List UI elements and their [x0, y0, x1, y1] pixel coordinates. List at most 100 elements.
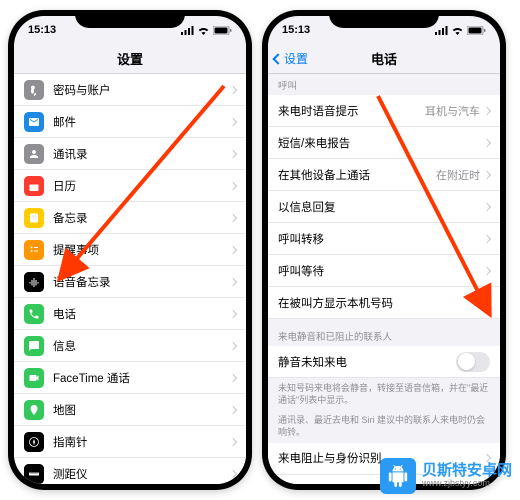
settings-row-measure[interactable]: 测距仪: [14, 458, 246, 484]
phone-settings-list[interactable]: 呼叫 来电时语音提示 耳机与汽车 短信/来电报告 在其他设备上通话 在附近时 以…: [268, 74, 500, 484]
row-label: FaceTime 通话: [53, 370, 230, 386]
phone-row[interactable]: 来电时语音提示 耳机与汽车: [268, 95, 500, 127]
back-button[interactable]: 设置: [268, 50, 308, 67]
chevron-right-icon: [483, 234, 491, 242]
watermark-url: www.zjbstyy.com: [422, 479, 512, 489]
row-label: 呼叫转移: [278, 231, 484, 247]
settings-list[interactable]: 密码与账户 邮件 通讯录 日历 备忘录 提醒事项 语音备忘录 电话 信息 Fac…: [14, 74, 246, 484]
section-footer: 通讯录、最近去电和 Siri 建议中的联系人来电时仍会响铃。: [268, 410, 500, 442]
settings-row-facetime[interactable]: FaceTime 通话: [14, 362, 246, 394]
settings-row-contacts[interactable]: 通讯录: [14, 138, 246, 170]
settings-row-reminders[interactable]: 提醒事项: [14, 234, 246, 266]
signal-icon: [181, 26, 194, 35]
phone-row[interactable]: 呼叫转移: [268, 223, 500, 255]
row-label: 以信息回复: [278, 199, 484, 215]
watermark-logo-icon: [380, 458, 416, 494]
mail-icon: [24, 112, 44, 132]
settings-row-voice[interactable]: 语音备忘录: [14, 266, 246, 298]
phone-left: 15:13 设置 密码与账户 邮件 通讯录 日历 备忘录: [8, 10, 252, 490]
measure-icon: [24, 464, 44, 484]
silence-toggle[interactable]: [456, 352, 490, 372]
chevron-right-icon: [483, 202, 491, 210]
phone-right: 15:13 设置 电话 呼叫 来电时语音提示 耳机与汽车 短信/来电报告 在: [262, 10, 506, 490]
phone-row[interactable]: 在其他设备上通话 在附近时: [268, 159, 500, 191]
settings-row-maps[interactable]: 地图: [14, 394, 246, 426]
chevron-right-icon: [229, 469, 237, 477]
signal-icon: [435, 26, 448, 35]
wifi-icon: [451, 26, 464, 35]
settings-row-calendar[interactable]: 日历: [14, 170, 246, 202]
key-icon: [24, 80, 44, 100]
chevron-right-icon: [229, 213, 237, 221]
nav-bar: 设置 电话: [268, 44, 500, 74]
row-label: 地图: [53, 402, 230, 418]
row-value: 在附近时: [436, 167, 480, 183]
phone-row[interactable]: 以信息回复: [268, 191, 500, 223]
silence-unknown-row[interactable]: 静音未知来电: [268, 346, 500, 378]
battery-icon: [213, 26, 232, 35]
nav-bar: 设置: [14, 44, 246, 74]
row-label: 静音未知来电: [278, 354, 456, 370]
phone-row[interactable]: 在被叫方显示本机号码: [268, 287, 500, 319]
row-label: 来电时语音提示: [278, 103, 425, 119]
row-label: 密码与账户: [53, 82, 230, 98]
settings-row-notes[interactable]: 备忘录: [14, 202, 246, 234]
section-footer: 未知号码来电将会静音，转接至语音信箱，并在"最近通话"列表中显示。: [268, 378, 500, 410]
back-label: 设置: [284, 50, 308, 67]
notes-icon: [24, 208, 44, 228]
chevron-right-icon: [229, 85, 237, 93]
contacts-icon: [24, 144, 44, 164]
settings-row-key[interactable]: 密码与账户: [14, 74, 246, 106]
phone-icon: [24, 304, 44, 324]
row-label: 提醒事项: [53, 242, 230, 258]
facetime-icon: [24, 368, 44, 388]
notch: [329, 10, 439, 28]
row-label: 指南针: [53, 434, 230, 450]
chevron-right-icon: [229, 309, 237, 317]
chevron-right-icon: [483, 298, 491, 306]
row-label: 呼叫等待: [278, 263, 484, 279]
watermark-text: 贝斯特安卓网 www.zjbstyy.com: [422, 463, 512, 489]
chevron-right-icon: [229, 181, 237, 189]
chevron-right-icon: [229, 341, 237, 349]
status-time: 15:13: [28, 24, 56, 36]
settings-row-phone[interactable]: 电话: [14, 298, 246, 330]
watermark: 贝斯特安卓网 www.zjbstyy.com: [380, 458, 512, 494]
row-label: 测距仪: [53, 466, 230, 482]
row-label: 邮件: [53, 114, 230, 130]
battery-icon: [467, 26, 486, 35]
wifi-icon: [197, 26, 210, 35]
chevron-right-icon: [229, 117, 237, 125]
status-time: 15:13: [282, 24, 310, 36]
compass-icon: [24, 432, 44, 452]
phone-row[interactable]: 短信/来电报告: [268, 127, 500, 159]
row-label: 短信/来电报告: [278, 135, 484, 151]
status-indicators: [181, 26, 232, 35]
chevron-right-icon: [483, 106, 491, 114]
row-label: 信息: [53, 338, 230, 354]
row-label: 在被叫方显示本机号码: [278, 295, 484, 311]
chevron-right-icon: [229, 437, 237, 445]
chevron-right-icon: [483, 138, 491, 146]
row-label: 通讯录: [53, 146, 230, 162]
row-label: 语音备忘录: [53, 274, 230, 290]
watermark-name: 贝斯特安卓网: [422, 463, 512, 480]
chevron-right-icon: [229, 373, 237, 381]
status-indicators: [435, 26, 486, 35]
voice-icon: [24, 272, 44, 292]
screen-right: 15:13 设置 电话 呼叫 来电时语音提示 耳机与汽车 短信/来电报告 在: [268, 16, 500, 484]
settings-row-compass[interactable]: 指南针: [14, 426, 246, 458]
chevron-right-icon: [229, 277, 237, 285]
chevron-right-icon: [483, 170, 491, 178]
calendar-icon: [24, 176, 44, 196]
row-label: 电话: [53, 306, 230, 322]
section-header-silence: 来电静音和已阻止的联系人: [268, 319, 500, 346]
chevron-left-icon: [272, 53, 283, 64]
settings-row-message[interactable]: 信息: [14, 330, 246, 362]
row-value: 耳机与汽车: [425, 103, 480, 119]
phone-row[interactable]: 呼叫等待: [268, 255, 500, 287]
nav-title: 设置: [14, 49, 246, 68]
settings-row-mail[interactable]: 邮件: [14, 106, 246, 138]
reminders-icon: [24, 240, 44, 260]
chevron-right-icon: [483, 266, 491, 274]
